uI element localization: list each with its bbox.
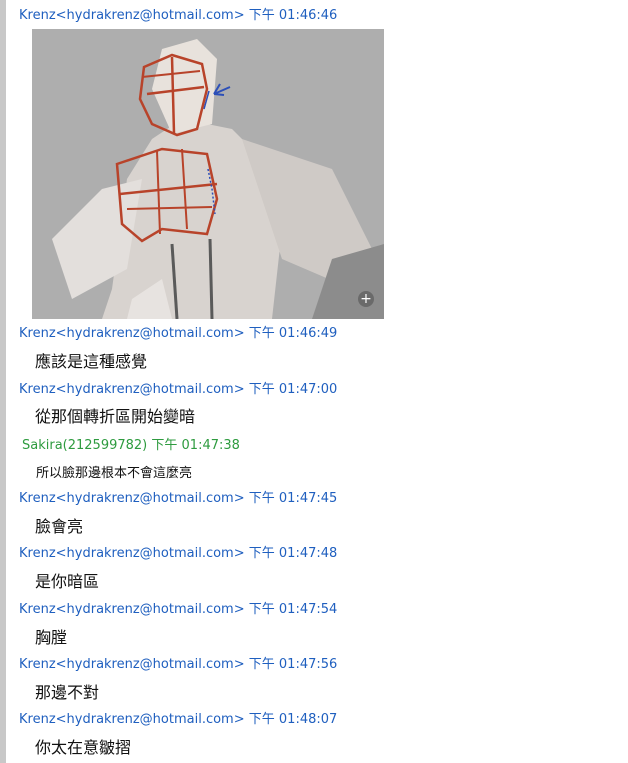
message-time: 下午 01:47:54 — [248, 602, 338, 617]
sender-name: Krenz<hydrakrenz@hotmail.com> — [19, 8, 245, 23]
message-header: Krenz<hydrakrenz@hotmail.com> 下午 01:46:4… — [19, 325, 337, 343]
message-time: 下午 01:47:48 — [248, 546, 338, 561]
message-text: 臉會亮 — [35, 517, 84, 536]
message-time: 下午 01:47:56 — [248, 657, 338, 672]
message-time: 下午 01:47:45 — [248, 491, 338, 506]
sender-name: Krenz<hydrakrenz@hotmail.com> — [19, 602, 245, 617]
sender-name: Krenz<hydrakrenz@hotmail.com> — [19, 491, 245, 506]
message-time: 下午 01:47:00 — [248, 382, 338, 397]
message-time: 下午 01:47:38 — [151, 438, 240, 453]
sender-name: Krenz<hydrakrenz@hotmail.com> — [19, 326, 245, 341]
message-text: 是你暗區 — [35, 572, 100, 591]
message-header: Krenz<hydrakrenz@hotmail.com> 下午 01:47:4… — [19, 490, 337, 508]
message-text: 那邊不對 — [35, 683, 100, 702]
image-attachment[interactable]: + — [32, 29, 384, 319]
sender-name: Sakira(212599782) — [22, 438, 148, 453]
message-text: 從那個轉折區開始變暗 — [35, 407, 196, 426]
message-text: 應該是這種感覺 — [35, 352, 148, 371]
message-header: Krenz<hydrakrenz@hotmail.com> 下午 01:47:0… — [19, 381, 337, 399]
message-header: Krenz<hydrakrenz@hotmail.com> 下午 01:47:4… — [19, 545, 337, 563]
message-header: Krenz<hydrakrenz@hotmail.com> 下午 01:46:4… — [19, 7, 337, 25]
message-time: 下午 01:46:49 — [248, 326, 338, 341]
message-time: 下午 01:46:46 — [248, 8, 338, 23]
message-header: Krenz<hydrakrenz@hotmail.com> 下午 01:48:0… — [19, 711, 337, 729]
message-text: 你太在意皺摺 — [35, 738, 132, 757]
message-time: 下午 01:48:07 — [248, 712, 338, 727]
sender-name: Krenz<hydrakrenz@hotmail.com> — [19, 657, 245, 672]
message-text: 胸膛 — [35, 628, 68, 647]
chat-scroll-edge — [0, 0, 6, 763]
message-header: Sakira(212599782) 下午 01:47:38 — [22, 437, 240, 455]
message-header: Krenz<hydrakrenz@hotmail.com> 下午 01:47:5… — [19, 656, 337, 674]
sender-name: Krenz<hydrakrenz@hotmail.com> — [19, 546, 245, 561]
zoom-in-icon[interactable]: + — [358, 291, 374, 307]
message-text: 所以臉那邊根本不會這麼亮 — [36, 466, 193, 481]
sender-name: Krenz<hydrakrenz@hotmail.com> — [19, 382, 245, 397]
sketch-drawing — [32, 29, 384, 319]
sender-name: Krenz<hydrakrenz@hotmail.com> — [19, 712, 245, 727]
message-header: Krenz<hydrakrenz@hotmail.com> 下午 01:47:5… — [19, 601, 337, 619]
